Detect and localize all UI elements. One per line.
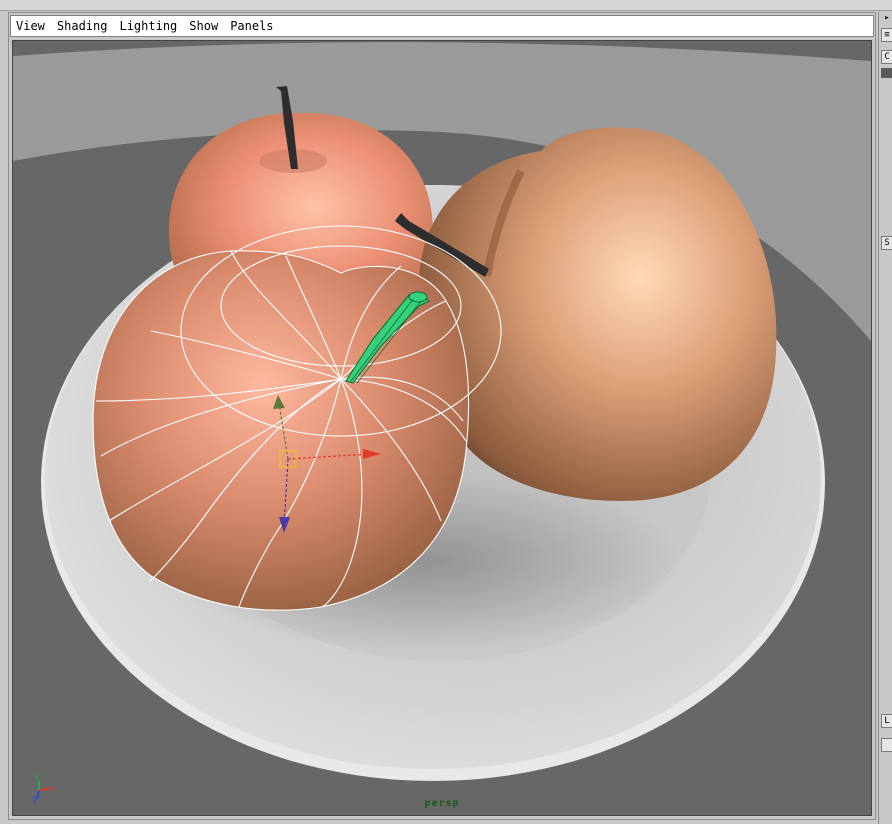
right-panel-edge: ▸ ≡ C S L	[878, 12, 892, 824]
menu-panels[interactable]: Panels	[229, 19, 274, 33]
right-panel-dark-strip	[881, 68, 892, 78]
expand-arrow-icon[interactable]: ▸	[881, 12, 892, 26]
axis-label-y: y	[34, 772, 40, 782]
shapes-tab[interactable]: S	[881, 236, 892, 250]
menu-shading[interactable]: Shading	[56, 19, 109, 33]
menu-lighting[interactable]: Lighting	[118, 19, 178, 33]
layer-tab[interactable]: L	[881, 714, 892, 728]
camera-name-label: persp	[424, 798, 460, 809]
panel-menubar: View Shading Lighting Show Panels	[10, 15, 874, 37]
menu-view[interactable]: View	[15, 19, 46, 33]
axis-label-x: x	[50, 784, 56, 794]
panel-menu-icon[interactable]: ≡	[881, 28, 892, 42]
perspective-viewport[interactable]: y x z persp	[12, 40, 872, 816]
channel-box-tab[interactable]: C	[881, 50, 892, 64]
menu-show[interactable]: Show	[188, 19, 219, 33]
layer-scroll-button[interactable]	[881, 738, 892, 752]
scene-render: y x z	[13, 41, 871, 815]
title-strip	[0, 0, 892, 11]
